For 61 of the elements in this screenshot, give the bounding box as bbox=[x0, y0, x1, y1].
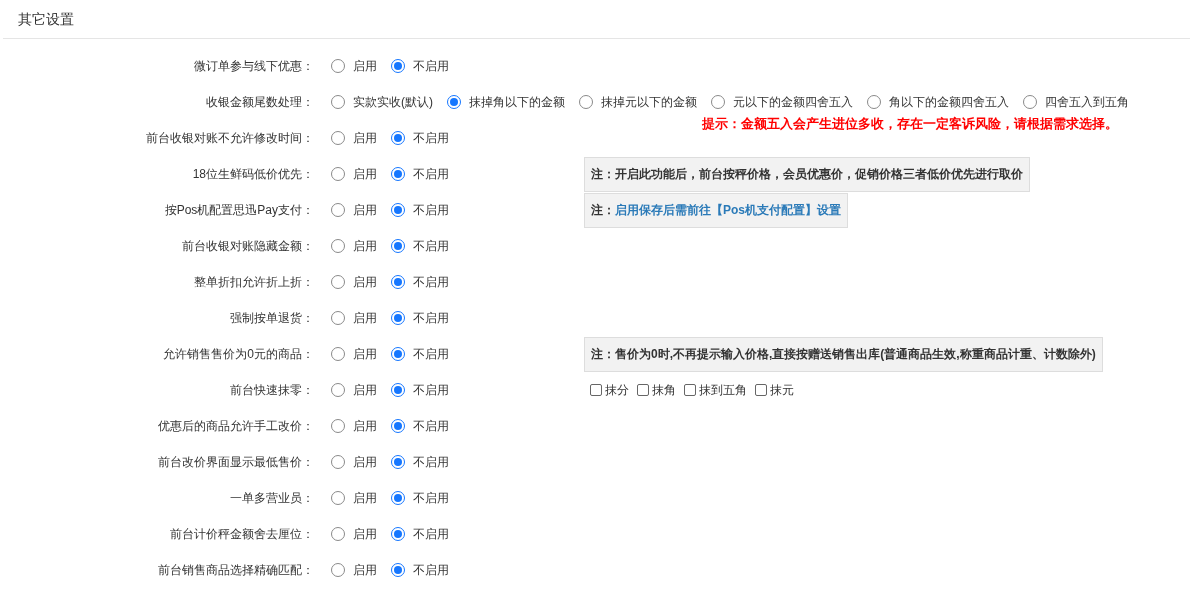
setting-label: 前台计价秤金额舍去厘位： bbox=[170, 527, 314, 541]
setting-label: 前台销售商品选择精确匹配： bbox=[158, 563, 314, 577]
radio-option[interactable]: 启用 bbox=[331, 417, 377, 435]
radio-option[interactable]: 启用 bbox=[331, 381, 377, 399]
radio-option[interactable]: 启用 bbox=[331, 273, 377, 291]
radio-option[interactable]: 抹掉角以下的金额 bbox=[447, 93, 565, 111]
radio-option[interactable]: 不启用 bbox=[391, 129, 449, 147]
radio-option[interactable]: 不启用 bbox=[391, 309, 449, 327]
radio-option[interactable]: 不启用 bbox=[391, 489, 449, 507]
radio-option[interactable]: 启用 bbox=[331, 525, 377, 543]
radio-option[interactable]: 启用 bbox=[331, 489, 377, 507]
setting-label: 一单多营业员： bbox=[230, 491, 314, 505]
note-text: 售价为0时,不再提示输入价格,直接按赠送销售出库(普通商品生效,称重商品计重、计数除外) bbox=[615, 346, 1096, 363]
radio-option[interactable]: 元以下的金额四舍五入 bbox=[711, 93, 853, 111]
radio-option[interactable]: 不启用 bbox=[391, 165, 449, 183]
note-prefix: 注： bbox=[591, 166, 615, 183]
warning-hint: 提示：金额五入会产生进位多收，存在一定客诉风险，请根据需求选择。 bbox=[702, 115, 1118, 133]
setting-label: 前台改价界面显示最低售价： bbox=[158, 455, 314, 469]
checkbox-option[interactable]: 抹分 bbox=[590, 381, 629, 399]
radio-option[interactable]: 启用 bbox=[331, 345, 377, 363]
note-prefix: 注： bbox=[591, 346, 615, 363]
setting-label: 按Pos机配置思迅Pay支付： bbox=[164, 203, 314, 217]
note-text: 开启此功能后，前台按秤价格，会员优惠价，促销价格三者低价优先进行取价 bbox=[615, 166, 1023, 183]
radio-option[interactable]: 四舍五入到五角 bbox=[1023, 93, 1129, 111]
radio-option[interactable]: 启用 bbox=[331, 237, 377, 255]
radio-option[interactable]: 启用 bbox=[331, 129, 377, 147]
setting-label: 收银金额尾数处理： bbox=[206, 95, 314, 109]
setting-label: 允许销售售价为0元的商品： bbox=[163, 347, 314, 361]
radio-option[interactable]: 不启用 bbox=[391, 417, 449, 435]
setting-label: 强制按单退货： bbox=[230, 311, 314, 325]
setting-label: 前台收银对账不允许修改时间： bbox=[146, 131, 314, 145]
radio-option[interactable]: 实款实收(默认) bbox=[331, 93, 433, 111]
radio-option[interactable]: 启用 bbox=[331, 57, 377, 75]
radio-option[interactable]: 抹掉元以下的金额 bbox=[579, 93, 697, 111]
setting-label: 优惠后的商品允许手工改价： bbox=[158, 419, 314, 433]
radio-option[interactable]: 不启用 bbox=[391, 561, 449, 579]
radio-option[interactable]: 不启用 bbox=[391, 57, 449, 75]
checkbox-option[interactable]: 抹到五角 bbox=[684, 381, 747, 399]
setting-label: 整单折扣允许折上折： bbox=[194, 275, 314, 289]
radio-option[interactable]: 启用 bbox=[331, 201, 377, 219]
setting-label: 18位生鲜码低价优先： bbox=[192, 167, 314, 181]
radio-option[interactable]: 启用 bbox=[331, 561, 377, 579]
setting-label: 前台快速抹零： bbox=[230, 383, 314, 397]
radio-option[interactable]: 不启用 bbox=[391, 453, 449, 471]
radio-option[interactable]: 启用 bbox=[331, 165, 377, 183]
setting-label: 微订单参与线下优惠： bbox=[194, 59, 314, 73]
section-title: 其它设置 bbox=[18, 9, 74, 29]
radio-option[interactable]: 不启用 bbox=[391, 273, 449, 291]
radio-option[interactable]: 不启用 bbox=[391, 345, 449, 363]
radio-option[interactable]: 不启用 bbox=[391, 525, 449, 543]
checkbox-option[interactable]: 抹角 bbox=[637, 381, 676, 399]
setting-label: 前台收银对账隐藏金额： bbox=[182, 239, 314, 253]
radio-option[interactable]: 不启用 bbox=[391, 201, 449, 219]
radio-option[interactable]: 不启用 bbox=[391, 381, 449, 399]
radio-option[interactable]: 角以下的金额四舍五入 bbox=[867, 93, 1009, 111]
note-prefix: 注： bbox=[591, 202, 615, 219]
radio-option[interactable]: 启用 bbox=[331, 309, 377, 327]
note-link[interactable]: 启用保存后需前往【Pos机支付配置】设置 bbox=[615, 201, 841, 219]
checkbox-option[interactable]: 抹元 bbox=[755, 381, 794, 399]
radio-option[interactable]: 启用 bbox=[331, 453, 377, 471]
radio-option[interactable]: 不启用 bbox=[391, 237, 449, 255]
